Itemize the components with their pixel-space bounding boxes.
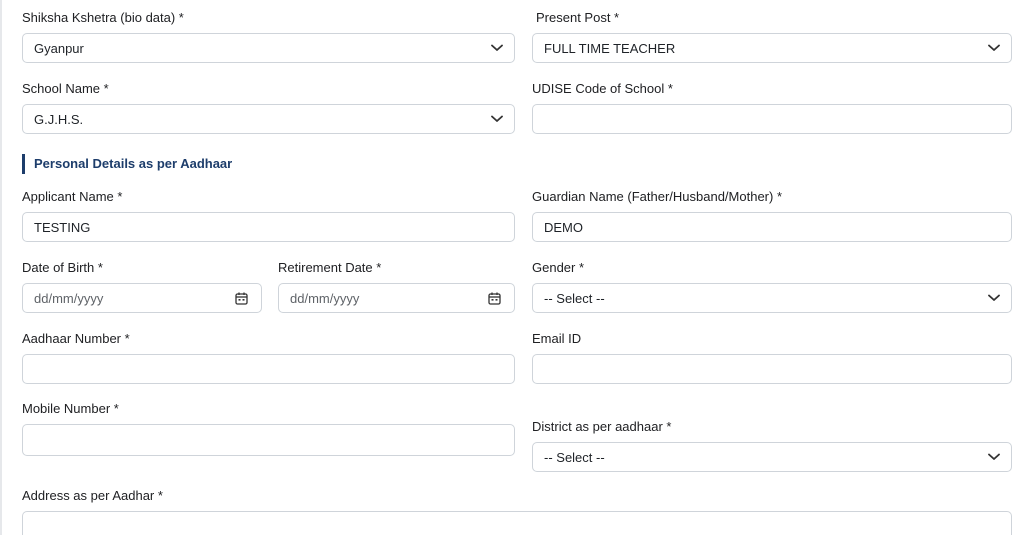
udise-code-label: UDISE Code of School * xyxy=(532,81,673,96)
guardian-name-label: Guardian Name (Father/Husband/Mother) * xyxy=(532,189,783,204)
district-value: -- Select -- xyxy=(544,449,605,465)
chevron-down-icon xyxy=(986,40,1002,56)
udise-code-input[interactable] xyxy=(532,104,1012,134)
chevron-down-icon xyxy=(489,40,505,56)
chevron-down-icon xyxy=(986,449,1002,465)
present-post-label: Present Post * xyxy=(536,10,620,25)
calendar-icon[interactable] xyxy=(233,290,249,306)
retirement-date-label: Retirement Date * xyxy=(278,260,382,275)
aadhaar-number-label: Aadhaar Number * xyxy=(22,331,130,346)
address-label: Address as per Aadhar * xyxy=(22,488,163,503)
mobile-number-label: Mobile Number * xyxy=(22,401,119,416)
shiksha-kshetra-value: Gyanpur xyxy=(34,40,84,56)
page-left-border xyxy=(0,0,2,535)
email-id-label: Email ID xyxy=(532,331,582,346)
retirement-date-placeholder: dd/mm/yyyy xyxy=(290,290,360,306)
chevron-down-icon xyxy=(986,290,1002,306)
mobile-number-input[interactable] xyxy=(22,424,515,456)
gender-value: -- Select -- xyxy=(544,290,605,306)
applicant-name-value: TESTING xyxy=(34,219,91,235)
section-title-personal-details: Personal Details as per Aadhaar xyxy=(22,154,232,174)
date-of-birth-label: Date of Birth * xyxy=(22,260,103,275)
guardian-name-input[interactable]: DEMO xyxy=(532,212,1012,242)
school-name-label: School Name * xyxy=(22,81,109,96)
applicant-name-label: Applicant Name * xyxy=(22,189,123,204)
email-id-input[interactable] xyxy=(532,354,1012,384)
date-of-birth-input[interactable]: dd/mm/yyyy xyxy=(22,283,262,313)
applicant-name-input[interactable]: TESTING xyxy=(22,212,515,242)
shiksha-kshetra-select[interactable]: Gyanpur xyxy=(22,33,515,63)
present-post-select[interactable]: FULL TIME TEACHER xyxy=(532,33,1012,63)
present-post-value: FULL TIME TEACHER xyxy=(544,40,676,56)
address-textarea[interactable] xyxy=(22,511,1012,535)
gender-select[interactable]: -- Select -- xyxy=(532,283,1012,313)
calendar-icon[interactable] xyxy=(486,290,502,306)
district-select[interactable]: -- Select -- xyxy=(532,442,1012,472)
retirement-date-input[interactable]: dd/mm/yyyy xyxy=(278,283,515,313)
date-of-birth-placeholder: dd/mm/yyyy xyxy=(34,290,104,306)
district-label: District as per aadhaar * xyxy=(532,419,672,434)
aadhaar-number-input[interactable] xyxy=(22,354,515,384)
school-name-select[interactable]: G.J.H.S. xyxy=(22,104,515,134)
gender-label: Gender * xyxy=(532,260,585,275)
guardian-name-value: DEMO xyxy=(544,219,583,235)
shiksha-kshetra-label: Shiksha Kshetra (bio data) * xyxy=(22,10,184,25)
chevron-down-icon xyxy=(489,111,505,127)
school-name-value: G.J.H.S. xyxy=(34,111,84,127)
